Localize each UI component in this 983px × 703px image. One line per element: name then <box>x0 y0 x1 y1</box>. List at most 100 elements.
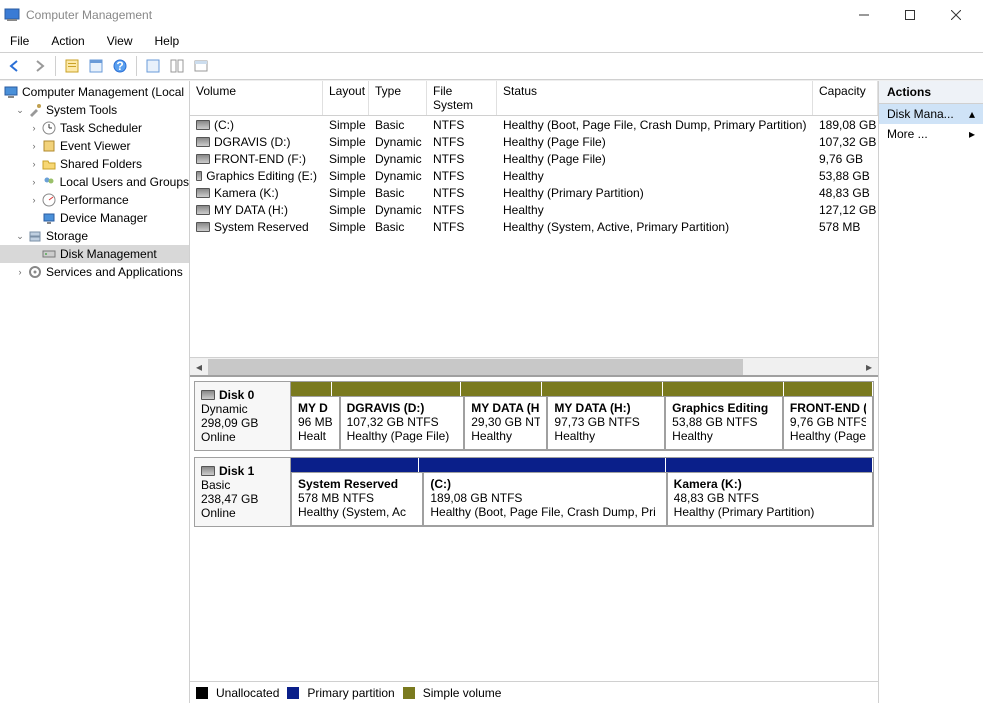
tree-performance[interactable]: ›Performance <box>0 191 189 209</box>
col-filesystem[interactable]: File System <box>427 81 497 115</box>
col-type[interactable]: Type <box>369 81 427 115</box>
partition[interactable]: MY DATA (H:)97,73 GB NTFSHealthy <box>547 396 665 450</box>
navigation-tree[interactable]: Computer Management (Local ⌄ System Tool… <box>0 81 190 703</box>
volume-row[interactable]: (C:)SimpleBasicNTFSHealthy (Boot, Page F… <box>190 116 878 133</box>
actions-header: Actions <box>879 81 983 104</box>
legend: Unallocated Primary partition Simple vol… <box>190 681 878 703</box>
tree-storage[interactable]: ⌄Storage <box>0 227 189 245</box>
computer-icon <box>3 84 19 100</box>
partition[interactable]: Graphics Editing53,88 GB NTFSHealthy <box>665 396 783 450</box>
collapse-triangle-icon: ▴ <box>969 107 975 121</box>
expand-icon[interactable]: › <box>28 194 40 206</box>
partition[interactable]: DGRAVIS (D:)107,32 GB NTFSHealthy (Page … <box>340 396 465 450</box>
legend-unallocated-swatch <box>196 687 208 699</box>
volume-list: Volume Layout Type File System Status Ca… <box>190 81 878 377</box>
partition[interactable]: (C:)189,08 GB NTFSHealthy (Boot, Page Fi… <box>423 472 666 526</box>
volume-icon <box>196 120 210 130</box>
menu-file[interactable]: File <box>6 32 33 50</box>
collapse-icon[interactable]: ⌄ <box>14 230 26 242</box>
volume-icon <box>196 188 210 198</box>
title-bar: Computer Management <box>0 0 983 30</box>
col-status[interactable]: Status <box>497 81 813 115</box>
refresh-button[interactable] <box>142 55 164 77</box>
actions-more[interactable]: More ... ▸ <box>879 124 983 144</box>
expand-icon[interactable]: › <box>28 122 40 134</box>
volume-row[interactable]: FRONT-END (F:)SimpleDynamicNTFSHealthy (… <box>190 150 878 167</box>
app-icon <box>4 7 20 23</box>
legend-simple-swatch <box>403 687 415 699</box>
col-layout[interactable]: Layout <box>323 81 369 115</box>
menu-action[interactable]: Action <box>47 32 88 50</box>
tree-shared-folders[interactable]: ›Shared Folders <box>0 155 189 173</box>
partition[interactable]: MY D96 MBHealt <box>291 396 340 450</box>
volume-icon <box>196 154 210 164</box>
volume-row[interactable]: DGRAVIS (D:)SimpleDynamicNTFSHealthy (Pa… <box>190 133 878 150</box>
show-hide-tree-button[interactable] <box>61 55 83 77</box>
collapse-icon[interactable]: ⌄ <box>14 104 26 116</box>
disk-map: Disk 0Dynamic298,09 GBOnlineMY D96 MBHea… <box>190 377 878 681</box>
partition[interactable]: Kamera (K:)48,83 GB NTFSHealthy (Primary… <box>667 472 873 526</box>
legend-simple-label: Simple volume <box>423 686 502 700</box>
col-volume[interactable]: Volume <box>190 81 323 115</box>
forward-button[interactable] <box>28 55 50 77</box>
menu-view[interactable]: View <box>103 32 137 50</box>
chevron-right-icon: ▸ <box>969 127 975 141</box>
disk-block: Disk 1Basic238,47 GBOnlineSystem Reserve… <box>194 457 874 527</box>
partition[interactable]: System Reserved578 MB NTFSHealthy (Syste… <box>291 472 423 526</box>
actions-disk-management[interactable]: Disk Mana... ▴ <box>879 104 983 124</box>
settings-button[interactable] <box>190 55 212 77</box>
view-mode-button[interactable] <box>166 55 188 77</box>
volume-row[interactable]: Graphics Editing (E:)SimpleDynamicNTFSHe… <box>190 167 878 184</box>
properties-button[interactable] <box>85 55 107 77</box>
expand-icon[interactable]: › <box>28 140 40 152</box>
horizontal-scrollbar[interactable]: ◂ ▸ <box>190 357 878 375</box>
tree-disk-management[interactable]: Disk Management <box>0 245 189 263</box>
help-button[interactable]: ? <box>109 55 131 77</box>
legend-unallocated-label: Unallocated <box>216 686 279 700</box>
users-icon <box>41 174 57 190</box>
disk-block: Disk 0Dynamic298,09 GBOnlineMY D96 MBHea… <box>194 381 874 451</box>
maximize-button[interactable] <box>887 1 933 29</box>
menu-bar: File Action View Help <box>0 30 983 52</box>
expand-icon[interactable]: › <box>28 158 40 170</box>
volume-row[interactable]: System ReservedSimpleBasicNTFSHealthy (S… <box>190 218 878 235</box>
tree-event-viewer[interactable]: ›Event Viewer <box>0 137 189 155</box>
event-icon <box>41 138 57 154</box>
disk-icon <box>201 466 215 476</box>
back-button[interactable] <box>4 55 26 77</box>
disk-info[interactable]: Disk 0Dynamic298,09 GBOnline <box>195 382 291 450</box>
volume-icon <box>196 137 210 147</box>
menu-help[interactable]: Help <box>151 32 184 50</box>
expand-icon[interactable]: › <box>28 176 40 188</box>
tree-root[interactable]: Computer Management (Local <box>0 83 189 101</box>
volume-icon <box>196 171 202 181</box>
tree-services[interactable]: ›Services and Applications <box>0 263 189 281</box>
partition[interactable]: FRONT-END (9,76 GB NTFSHealthy (Page <box>783 396 873 450</box>
tree-task-scheduler[interactable]: ›Task Scheduler <box>0 119 189 137</box>
volume-icon <box>196 205 210 215</box>
scroll-left-icon[interactable]: ◂ <box>190 359 208 375</box>
window-title: Computer Management <box>26 8 841 22</box>
close-button[interactable] <box>933 1 979 29</box>
scroll-thumb[interactable] <box>208 359 743 375</box>
volume-row[interactable]: MY DATA (H:)SimpleDynamicNTFSHealthy127,… <box>190 201 878 218</box>
volume-list-header: Volume Layout Type File System Status Ca… <box>190 81 878 116</box>
performance-icon <box>41 192 57 208</box>
expand-icon[interactable]: › <box>14 266 26 278</box>
legend-primary-label: Primary partition <box>307 686 394 700</box>
tree-device-manager[interactable]: Device Manager <box>0 209 189 227</box>
disk-mgmt-icon <box>41 246 57 262</box>
folder-icon <box>41 156 57 172</box>
tree-system-tools[interactable]: ⌄ System Tools <box>0 101 189 119</box>
partition[interactable]: MY DATA (H:)29,30 GB NTFSHealthy <box>464 396 547 450</box>
legend-primary-swatch <box>287 687 299 699</box>
col-capacity[interactable]: Capacity <box>813 81 878 115</box>
volume-row[interactable]: Kamera (K:)SimpleBasicNTFSHealthy (Prima… <box>190 184 878 201</box>
scroll-right-icon[interactable]: ▸ <box>860 359 878 375</box>
tree-local-users[interactable]: ›Local Users and Groups <box>0 173 189 191</box>
volume-icon <box>196 222 210 232</box>
device-icon <box>41 210 57 226</box>
actions-panel: Actions Disk Mana... ▴ More ... ▸ <box>879 81 983 703</box>
disk-info[interactable]: Disk 1Basic238,47 GBOnline <box>195 458 291 526</box>
minimize-button[interactable] <box>841 1 887 29</box>
